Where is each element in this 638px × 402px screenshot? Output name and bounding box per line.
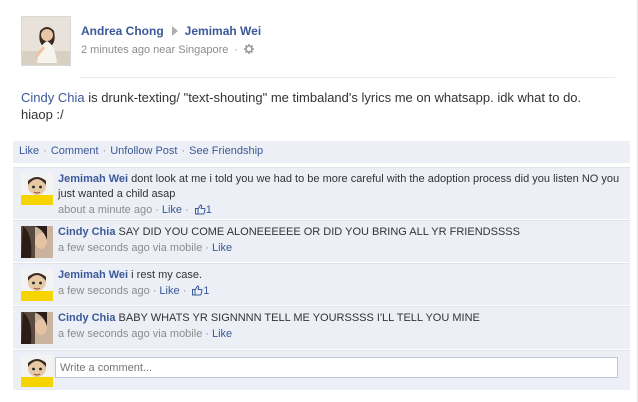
comment-meta: a few seconds ago via mobile · Like [58,327,620,342]
meta-separator: · [205,328,209,340]
comment-like-link[interactable]: Like [159,285,179,297]
like-link[interactable]: Like [19,145,39,157]
comment-timestamp[interactable]: about a minute ago [58,204,152,216]
comment-like-link[interactable]: Like [162,204,182,216]
meta-separator: · [182,285,187,297]
comment-meta: a few seconds ago · Like · 1 [58,284,620,299]
meta-separator: · [152,285,157,297]
comment-meta: about a minute ago · Like · 1 [58,203,620,218]
commenter-avatar[interactable] [21,269,53,301]
comment-composer [13,350,630,390]
comment-timestamp[interactable]: a few seconds ago via mobile [58,242,202,254]
comment-text: SAY DID YOU COME ALONEEEEEE OR DID YOU B… [118,226,520,238]
commenter-name-link[interactable]: Jemimah Wei [58,269,128,281]
divider [80,77,615,78]
comment-item: Cindy Chia SAY DID YOU COME ALONEEEEEE O… [13,220,630,262]
action-separator: · [181,145,186,157]
meta-separator: · [205,242,209,254]
comment-like-count[interactable]: 1 [189,285,209,297]
story-message-text: is drunk-texting/ "text-shouting" me tim… [21,90,582,122]
comment-item: Jemimah Wei i rest my case. a few second… [13,263,630,305]
commenter-avatar[interactable] [21,226,53,258]
story-action-bar: Like · Comment · Unfollow Post · See Friendshi… [13,141,630,163]
unfollow-post-link[interactable]: Unfollow Post [110,145,177,157]
target-name-link[interactable]: Jemimah Wei [185,24,261,38]
thumbs-up-icon [192,285,203,296]
comment-body: Jemimah Wei dont look at me i told you w… [58,172,620,218]
viewer-avatar [21,355,53,387]
comment-body: Cindy Chia SAY DID YOU COME ALONEEEEEE O… [58,225,620,256]
author-avatar[interactable] [21,16,71,66]
comment-body: Cindy Chia BABY WHATS YR SIGNNNN TELL ME… [58,311,620,342]
arrow-right-icon [171,26,178,36]
comment-like-link[interactable]: Like [212,328,232,340]
author-name-link[interactable]: Andrea Chong [81,24,164,38]
comment-timestamp[interactable]: a few seconds ago via mobile [58,328,202,340]
story-header-text: Andrea Chong Jemimah Wei 2 minutes ago ne… [81,24,261,56]
write-comment-input[interactable] [55,357,618,378]
comment-meta: a few seconds ago via mobile · Like [58,241,620,256]
news-feed-story: Andrea Chong Jemimah Wei 2 minutes ago ne… [0,0,638,402]
commenter-avatar[interactable] [21,312,53,344]
commenter-name-link[interactable]: Cindy Chia [58,226,115,238]
action-separator: · [102,145,107,157]
comment-item: Jemimah Wei dont look at me i told you w… [13,167,630,219]
see-friendship-link[interactable]: See Friendship [189,145,263,157]
story-message: Cindy Chia is drunk-texting/ "text-shout… [21,89,611,123]
like-count: 1 [203,285,210,297]
tagged-name-link[interactable]: Cindy Chia [21,90,85,105]
comment-like-count[interactable]: 1 [192,204,212,216]
meta-separator: · [155,204,159,216]
commenter-name-link[interactable]: Jemimah Wei [58,173,128,185]
comment-text: i rest my case. [131,269,203,281]
like-count: 1 [205,204,212,216]
gear-icon[interactable] [244,44,255,56]
comment-item: Cindy Chia BABY WHATS YR SIGNNNN TELL ME… [13,306,630,349]
comment-like-link[interactable]: Like [212,242,232,254]
meta-separator: · [234,44,239,56]
commenter-name-link[interactable]: Cindy Chia [58,312,115,324]
comment-body: Jemimah Wei i rest my case. a few second… [58,268,620,299]
comment-link[interactable]: Comment [51,145,99,157]
comment-text: dont look at me i told you we had to be … [58,173,620,200]
comment-timestamp[interactable]: a few seconds ago [58,285,150,297]
meta-separator: · [185,204,189,216]
comment-text: BABY WHATS YR SIGNNNN TELL ME YOURSSSS I… [118,312,480,324]
thumbs-up-icon [194,204,206,215]
story-timestamp[interactable]: 2 minutes ago near Singapore [81,44,228,56]
action-separator: · [43,145,47,157]
commenter-avatar[interactable] [21,173,53,205]
